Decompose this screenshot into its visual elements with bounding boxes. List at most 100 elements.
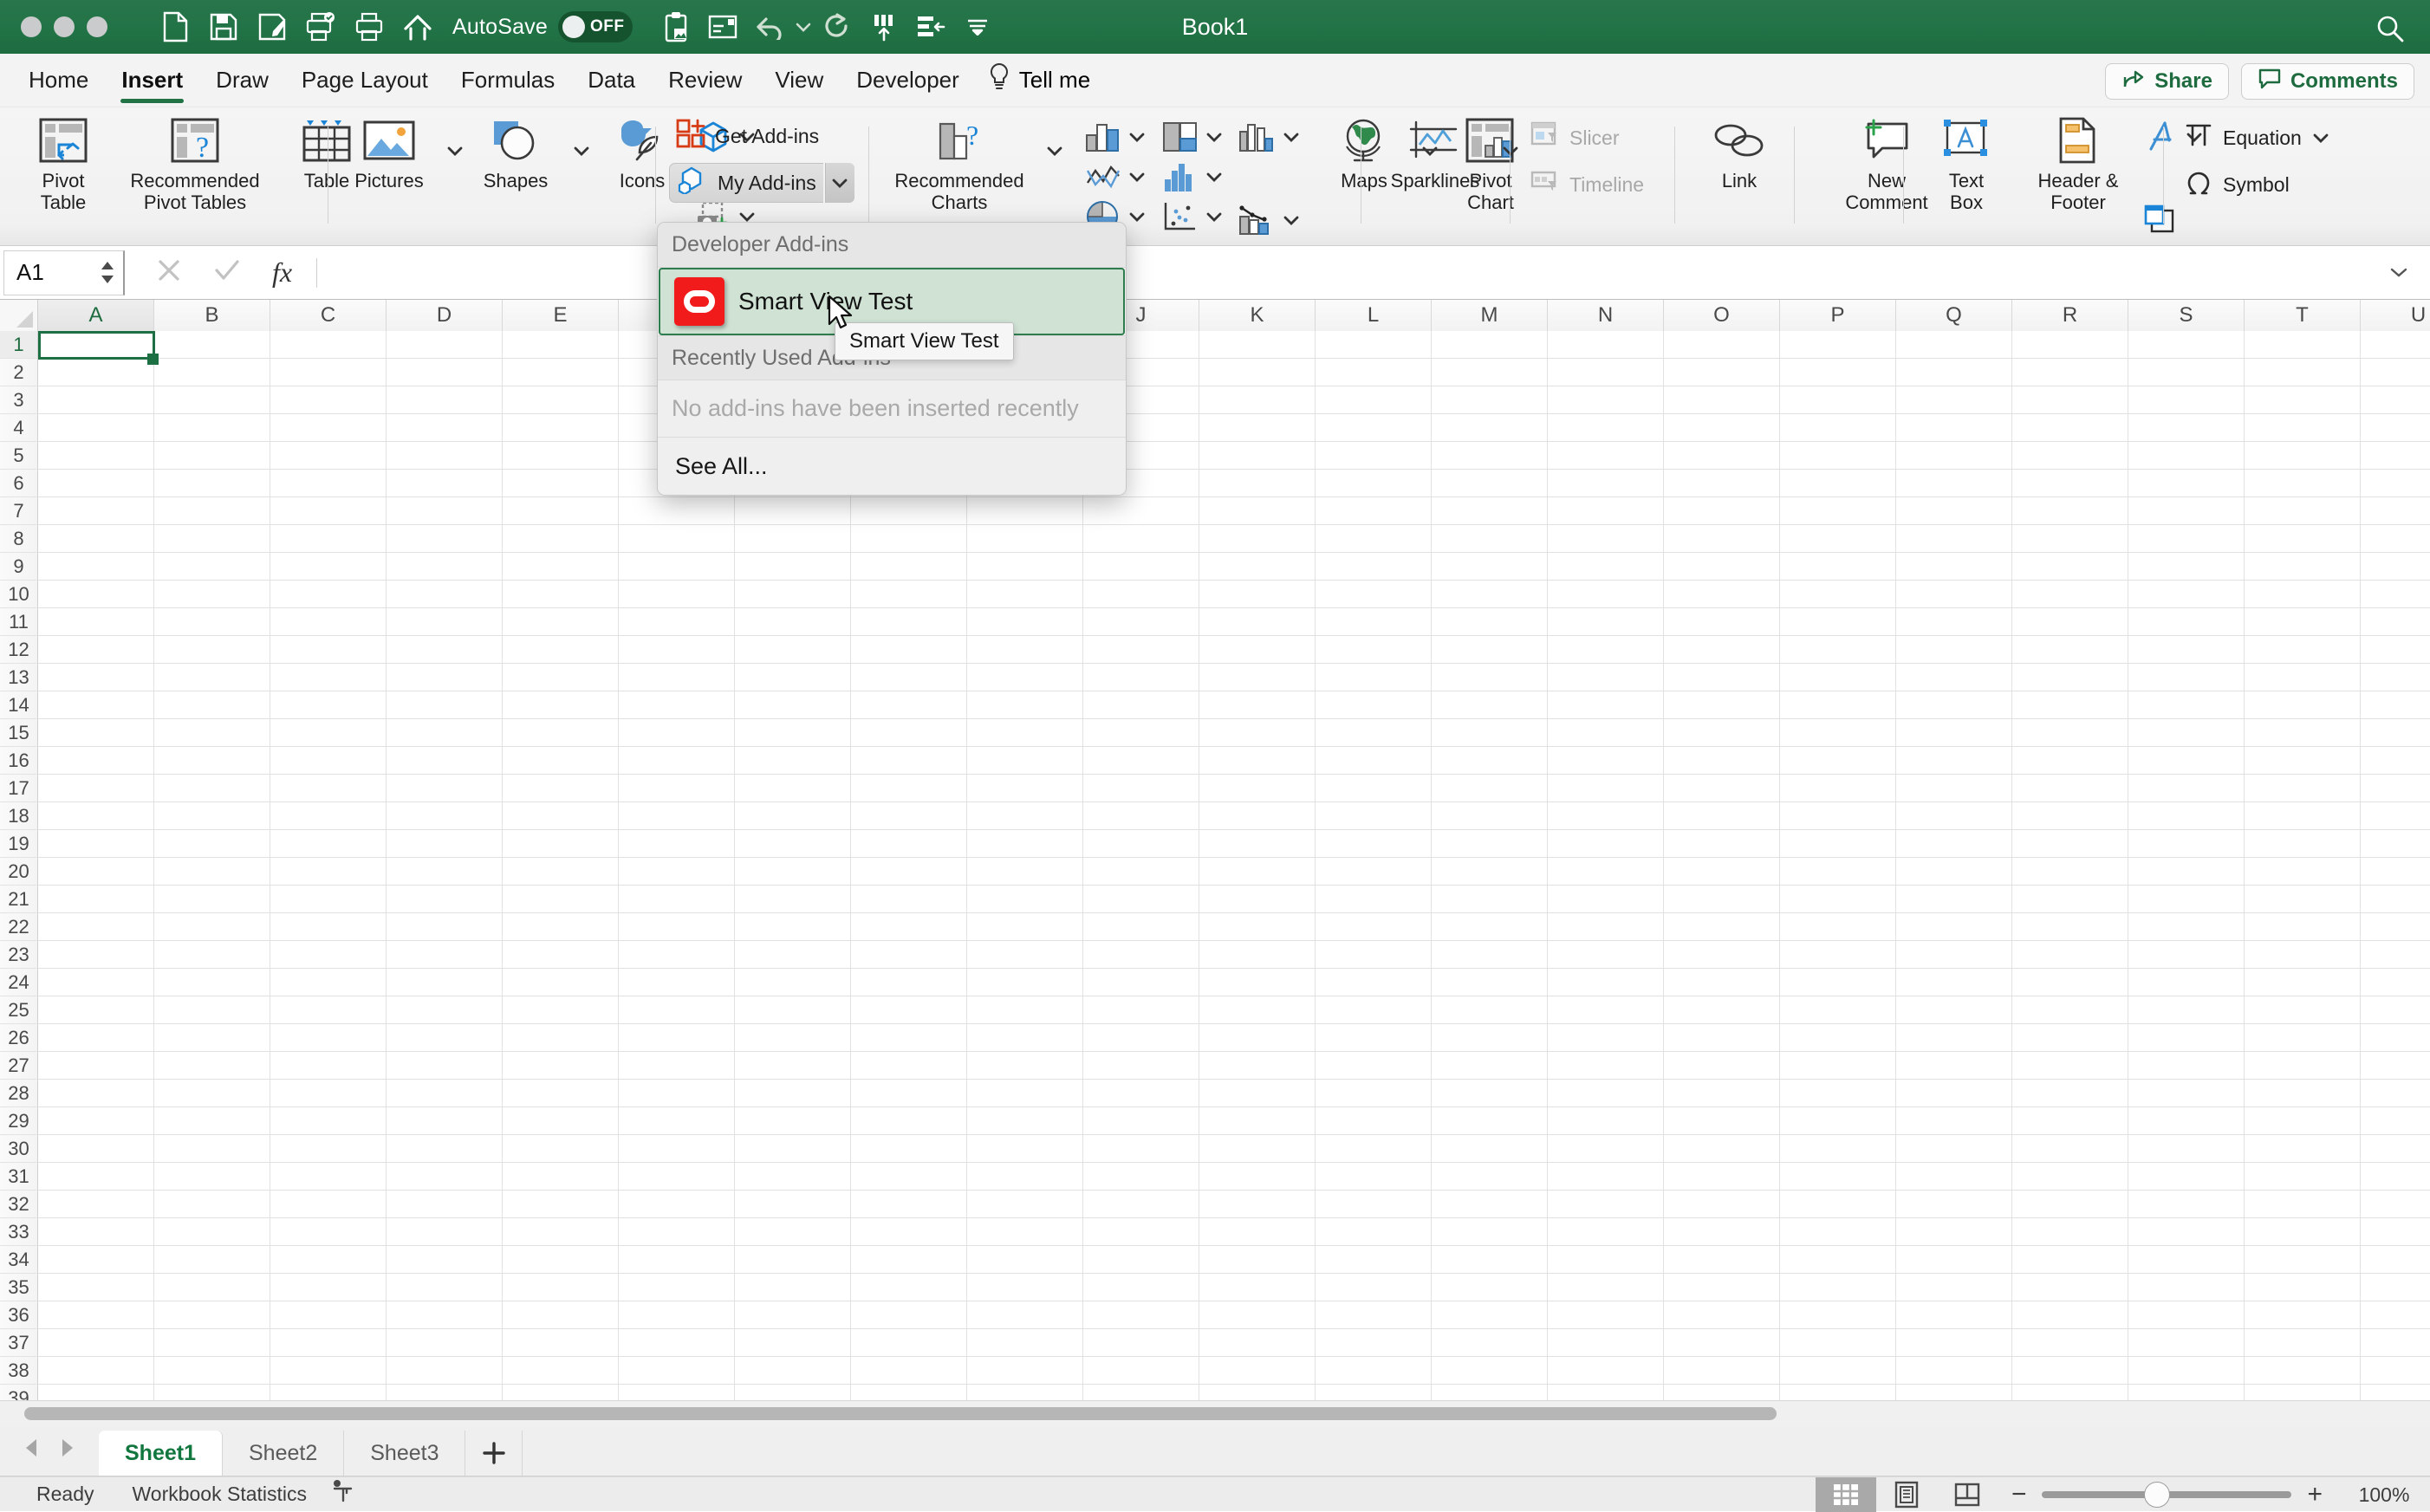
cell-I15[interactable] (967, 719, 1083, 747)
cell-N36[interactable] (1548, 1301, 1664, 1329)
cell-S1[interactable] (2128, 331, 2245, 359)
cell-I9[interactable] (967, 553, 1083, 581)
cell-O29[interactable] (1664, 1107, 1780, 1135)
cell-F21[interactable] (619, 886, 735, 913)
cell-B16[interactable] (154, 747, 270, 775)
row-header-5[interactable]: 5 (0, 442, 38, 470)
cell-F10[interactable] (619, 581, 735, 608)
cell-Q18[interactable] (1896, 802, 2012, 830)
filter-icon[interactable] (908, 6, 953, 48)
cell-K8[interactable] (1199, 525, 1316, 553)
cell-D9[interactable] (387, 553, 503, 581)
cell-E29[interactable] (503, 1107, 619, 1135)
cell-H35[interactable] (851, 1274, 967, 1301)
cell-G38[interactable] (735, 1357, 851, 1385)
cell-B4[interactable] (154, 414, 270, 442)
active-cell-selection[interactable] (38, 331, 155, 360)
cell-C28[interactable] (270, 1080, 387, 1107)
cell-K5[interactable] (1199, 442, 1316, 470)
cell-D19[interactable] (387, 830, 503, 858)
cell-U1[interactable] (2361, 331, 2430, 359)
cell-E4[interactable] (503, 414, 619, 442)
maximize-window-button[interactable] (87, 16, 107, 37)
cell-M30[interactable] (1432, 1135, 1548, 1163)
cell-A26[interactable] (38, 1024, 154, 1052)
line-chart-chevron-down-icon[interactable] (1127, 170, 1147, 184)
row-header-29[interactable]: 29 (0, 1107, 38, 1135)
cell-K28[interactable] (1199, 1080, 1316, 1107)
cell-B30[interactable] (154, 1135, 270, 1163)
cell-L27[interactable] (1316, 1052, 1432, 1080)
cell-F11[interactable] (619, 608, 735, 636)
cell-J29[interactable] (1083, 1107, 1199, 1135)
cell-H11[interactable] (851, 608, 967, 636)
cell-M13[interactable] (1432, 664, 1548, 691)
cell-C16[interactable] (270, 747, 387, 775)
cell-D4[interactable] (387, 414, 503, 442)
cell-G12[interactable] (735, 636, 851, 664)
cell-D38[interactable] (387, 1357, 503, 1385)
cell-B19[interactable] (154, 830, 270, 858)
pie-chart-chevron-down-icon[interactable] (1127, 210, 1147, 224)
cell-L14[interactable] (1316, 691, 1432, 719)
cell-T24[interactable] (2245, 969, 2361, 996)
cell-G30[interactable] (735, 1135, 851, 1163)
cell-F17[interactable] (619, 775, 735, 802)
cell-I19[interactable] (967, 830, 1083, 858)
cell-I23[interactable] (967, 941, 1083, 969)
cell-O8[interactable] (1664, 525, 1780, 553)
cell-C2[interactable] (270, 359, 387, 386)
cell-R16[interactable] (2012, 747, 2128, 775)
cell-B6[interactable] (154, 470, 270, 497)
cell-H8[interactable] (851, 525, 967, 553)
cell-U23[interactable] (2361, 941, 2430, 969)
cell-U17[interactable] (2361, 775, 2430, 802)
cell-A9[interactable] (38, 553, 154, 581)
cell-B1[interactable] (154, 331, 270, 359)
cell-P21[interactable] (1780, 886, 1896, 913)
column-header-L[interactable]: L (1316, 300, 1432, 331)
cell-N9[interactable] (1548, 553, 1664, 581)
cell-Q39[interactable] (1896, 1385, 2012, 1400)
cell-B39[interactable] (154, 1385, 270, 1400)
cell-S25[interactable] (2128, 996, 2245, 1024)
cell-F14[interactable] (619, 691, 735, 719)
cell-G21[interactable] (735, 886, 851, 913)
cell-S19[interactable] (2128, 830, 2245, 858)
shapes-main[interactable]: Shapes (465, 107, 567, 237)
row-header-26[interactable]: 26 (0, 1024, 38, 1052)
zoom-track[interactable] (2042, 1482, 2292, 1508)
row-header-28[interactable]: 28 (0, 1080, 38, 1107)
cell-L10[interactable] (1316, 581, 1432, 608)
cell-S27[interactable] (2128, 1052, 2245, 1080)
cell-D17[interactable] (387, 775, 503, 802)
cell-L5[interactable] (1316, 442, 1432, 470)
cell-N34[interactable] (1548, 1246, 1664, 1274)
cell-J30[interactable] (1083, 1135, 1199, 1163)
row-header-24[interactable]: 24 (0, 969, 38, 996)
cell-G27[interactable] (735, 1052, 851, 1080)
cell-O11[interactable] (1664, 608, 1780, 636)
cell-C1[interactable] (270, 331, 387, 359)
cell-P28[interactable] (1780, 1080, 1896, 1107)
cell-U7[interactable] (2361, 497, 2430, 525)
cell-K31[interactable] (1199, 1163, 1316, 1191)
row-header-20[interactable]: 20 (0, 858, 38, 886)
cell-T19[interactable] (2245, 830, 2361, 858)
cell-C15[interactable] (270, 719, 387, 747)
cell-M21[interactable] (1432, 886, 1548, 913)
cell-Q11[interactable] (1896, 608, 2012, 636)
cell-H17[interactable] (851, 775, 967, 802)
confirm-icon[interactable] (213, 257, 241, 288)
cell-K34[interactable] (1199, 1246, 1316, 1274)
cell-U13[interactable] (2361, 664, 2430, 691)
cell-L16[interactable] (1316, 747, 1432, 775)
undo-dropdown-chevron-down-icon[interactable] (794, 21, 813, 33)
cell-J28[interactable] (1083, 1080, 1199, 1107)
cell-I33[interactable] (967, 1218, 1083, 1246)
normal-view-icon[interactable] (1815, 1477, 1876, 1512)
cell-P39[interactable] (1780, 1385, 1896, 1400)
row-header-2[interactable]: 2 (0, 359, 38, 386)
cell-C12[interactable] (270, 636, 387, 664)
cell-N18[interactable] (1548, 802, 1664, 830)
